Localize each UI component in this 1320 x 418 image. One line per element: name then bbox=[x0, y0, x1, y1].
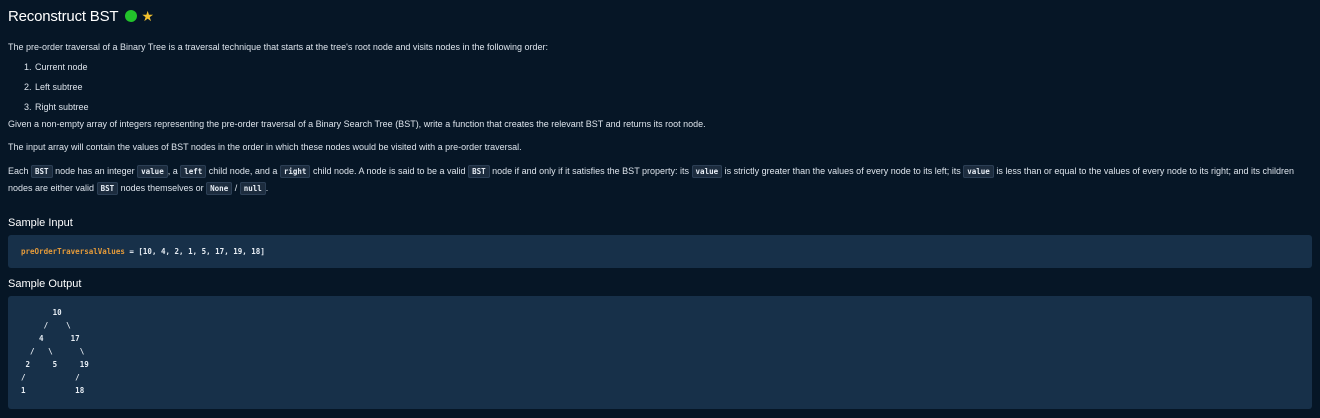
task-paragraph: Given a non-empty array of integers repr… bbox=[8, 119, 706, 129]
traversal-order-list: Current node Left subtree Right subtree bbox=[8, 60, 1312, 114]
inline-code: BST bbox=[96, 182, 119, 195]
sample-input-heading: Sample Input bbox=[8, 217, 73, 229]
assignment-value: = [10, 4, 2, 1, 5, 17, 19, 18] bbox=[124, 247, 265, 256]
inline-code: None bbox=[206, 182, 233, 195]
text: is strictly greater than the values of e… bbox=[722, 166, 964, 176]
code-line: preOrderTraversalValues = [10, 4, 2, 1, … bbox=[21, 247, 265, 256]
text: child node, and a bbox=[206, 166, 280, 176]
inline-code: value bbox=[137, 165, 168, 178]
list-item: Current node bbox=[34, 60, 1312, 74]
tree-diagram: 10 / \ 4 17 / \ \ 2 5 19 / / 1 18 bbox=[21, 308, 89, 395]
input-note-paragraph: The input array will contain the values … bbox=[8, 142, 522, 152]
intro-paragraph: The pre-order traversal of a Binary Tree… bbox=[8, 42, 548, 52]
inline-code: value bbox=[963, 165, 994, 178]
text: node if and only if it satisfies the BST… bbox=[489, 166, 692, 176]
sample-input-box: preOrderTraversalValues = [10, 4, 2, 1, … bbox=[8, 235, 1312, 268]
text: node has an integer bbox=[52, 166, 138, 176]
text: Each bbox=[8, 166, 32, 176]
list-item: Left subtree bbox=[34, 80, 1312, 94]
inline-code: BST bbox=[31, 165, 53, 178]
title-row: Reconstruct BST ★ bbox=[8, 2, 1312, 30]
sample-output-heading: Sample Output bbox=[8, 278, 82, 290]
list-item: Right subtree bbox=[34, 100, 1312, 114]
text: child node. A node is said to be a valid bbox=[310, 166, 469, 176]
variable-name: preOrderTraversalValues bbox=[21, 247, 125, 256]
inline-code: value bbox=[691, 165, 723, 178]
bst-definition-paragraph: Each BST node has an integer value, a le… bbox=[8, 163, 1312, 197]
text: . bbox=[265, 183, 269, 193]
sample-output-box: 10 / \ 4 17 / \ \ 2 5 19 / / 1 18 bbox=[8, 296, 1312, 409]
inline-code: left bbox=[180, 165, 207, 178]
text: / bbox=[232, 183, 240, 193]
text: , a bbox=[167, 166, 181, 176]
inline-code: null bbox=[239, 182, 266, 195]
problem-page: Reconstruct BST ★ The pre-order traversa… bbox=[0, 2, 1320, 409]
text: nodes themselves or bbox=[118, 183, 207, 193]
star-icon[interactable]: ★ bbox=[141, 9, 154, 23]
problem-title: Reconstruct BST bbox=[8, 7, 119, 25]
status-dot-icon bbox=[125, 10, 138, 22]
inline-code: right bbox=[279, 165, 311, 178]
inline-code: BST bbox=[468, 165, 490, 178]
